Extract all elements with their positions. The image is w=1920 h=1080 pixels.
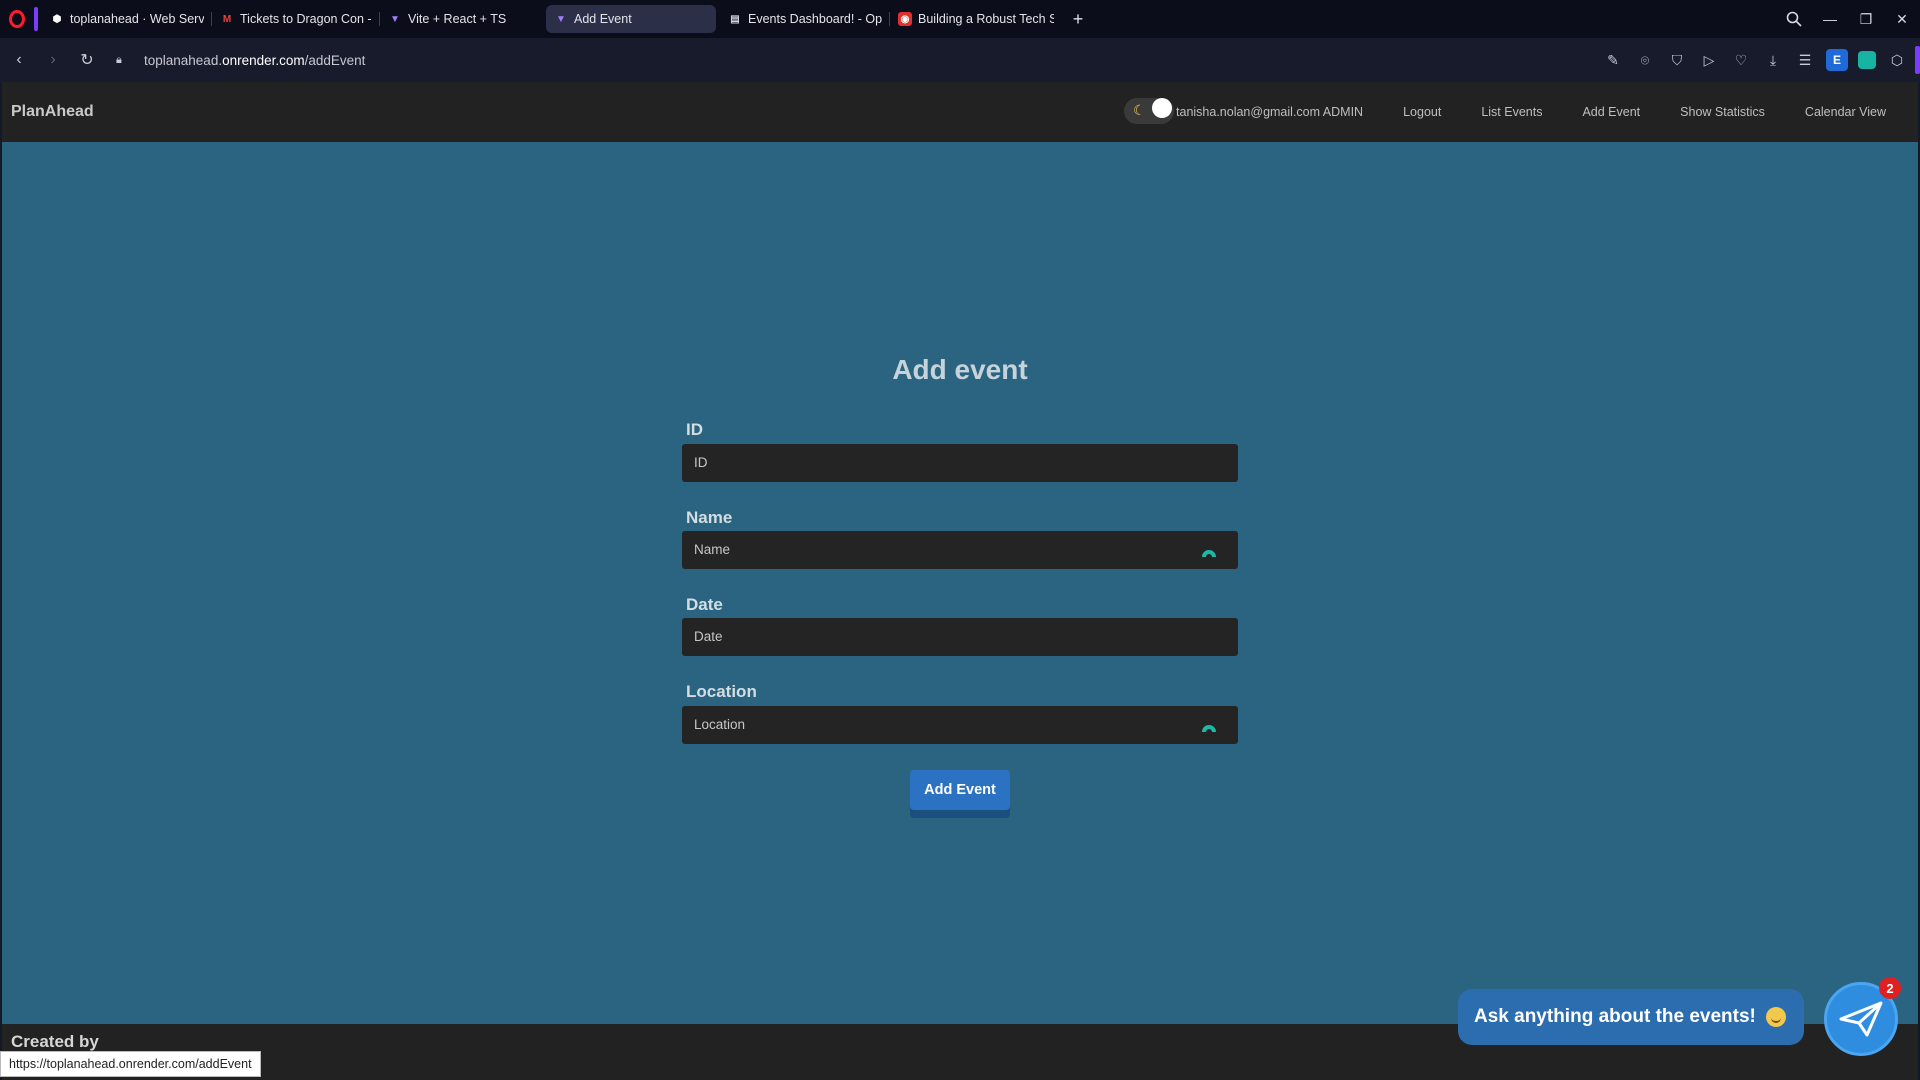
app-navbar: PlanAhead ☾ tanisha.nolan@gmail.com ADMI… [0, 82, 1920, 142]
browser-tab[interactable]: ▼ Vite + React + TS [380, 5, 546, 33]
chat-prompt-bubble[interactable]: Ask anything about the events! [1458, 989, 1804, 1045]
render-icon: ⬢ [52, 13, 62, 25]
id-input[interactable]: ID [682, 444, 1238, 482]
shield-icon[interactable]: ⛉ [1662, 45, 1692, 75]
restore-button[interactable]: ❐ [1848, 0, 1884, 38]
search-tabs-icon[interactable] [1776, 0, 1812, 38]
nav-links: tanisha.nolan@gmail.com ADMIN Logout Lis… [1176, 82, 1886, 142]
browser-tab[interactable]: M Tickets to Dragon Con - h [212, 5, 380, 33]
moon-icon: ☾ [1133, 102, 1146, 118]
edit-icon[interactable]: ✎ [1598, 45, 1628, 75]
url-domain: onrender.com [222, 52, 305, 68]
id-label: ID [686, 420, 703, 439]
back-button[interactable]: ‹ [4, 45, 34, 75]
smile-emoji-icon [1765, 1007, 1786, 1027]
notification-badge: 2 [1879, 977, 1901, 999]
browser-tab-active[interactable]: ▼ Add Event [546, 5, 716, 33]
nav-list-events[interactable]: List Events [1481, 105, 1542, 119]
location-label: Location [686, 682, 757, 701]
theme-toggle[interactable]: ☾ [1124, 98, 1174, 124]
id-placeholder: ID [694, 455, 708, 470]
status-bar-url: https://toplanahead.onrender.com/addEven… [0, 1051, 261, 1077]
date-input[interactable]: Date [682, 618, 1238, 656]
youtube-icon: ◉ [898, 12, 912, 26]
vite-icon: ▼ [390, 13, 400, 25]
play-icon[interactable]: ▷ [1694, 45, 1724, 75]
user-email: tanisha.nolan@gmail.com ADMIN [1176, 105, 1364, 119]
vite-icon: ▼ [556, 13, 566, 25]
download-icon[interactable]: ⤓ [1758, 45, 1788, 75]
menu-icon[interactable]: ☰ [1790, 45, 1820, 75]
nav-show-statistics[interactable]: Show Statistics [1680, 105, 1765, 119]
camera-icon[interactable]: ⌾ [1630, 45, 1660, 75]
opera-logo-icon[interactable] [0, 0, 34, 38]
date-placeholder: Date [694, 629, 723, 644]
tab-title: Vite + React + TS [408, 12, 507, 26]
lock-icon[interactable]: 🔒︎ [116, 54, 136, 67]
browser-tab-strip: ⬢ toplanahead · Web Servic M Tickets to … [0, 0, 1920, 38]
toggle-knob [1152, 98, 1172, 118]
address-bar-tools: ✎ ⌾ ⛉ ▷ ♡ ⤓ ☰ E ⬡ [1598, 45, 1912, 75]
nav-add-event[interactable]: Add Event [1582, 105, 1640, 119]
location-input[interactable]: Location [682, 706, 1238, 744]
paper-plane-icon [1839, 1001, 1883, 1037]
reload-button[interactable]: ↻ [72, 45, 102, 75]
new-tab-button[interactable]: + [1066, 7, 1090, 31]
tab-title: Building a Robust Tech Sta [918, 12, 1054, 26]
name-placeholder: Name [694, 542, 731, 557]
tab-title: toplanahead · Web Servic [70, 12, 204, 26]
add-event-button-wrap: Add Event [910, 770, 1010, 818]
tab-title: Events Dashboard! - Oper [748, 12, 882, 26]
chat-prompt-text: Ask anything about the events! [1474, 1006, 1756, 1027]
date-label: Date [686, 595, 723, 614]
window-controls: — ❐ ✕ [1776, 0, 1920, 38]
name-label: Name [686, 508, 733, 527]
nav-logout[interactable]: Logout [1403, 105, 1441, 119]
footer-credit: Created by [11, 1032, 99, 1051]
cube-icon[interactable]: ⬡ [1882, 45, 1912, 75]
nav-calendar-view[interactable]: Calendar View [1805, 105, 1886, 119]
extension-e-button[interactable]: E [1826, 49, 1848, 71]
autofill-icon[interactable] [1200, 716, 1218, 734]
brand-logo[interactable]: PlanAhead [11, 103, 94, 121]
add-event-button[interactable]: Add Event [910, 770, 1010, 810]
url-field[interactable]: toplanahead.onrender.com/addEvent [144, 53, 365, 68]
gmail-icon: M [222, 13, 232, 25]
address-bar: ‹ › ↻ 🔒︎ toplanahead.onrender.com/addEve… [0, 38, 1920, 82]
tab-title: Add Event [574, 12, 632, 26]
close-window-button[interactable]: ✕ [1884, 0, 1920, 38]
browser-tab[interactable]: ⬢ toplanahead · Web Servic [42, 5, 212, 33]
page-icon: ▤ [730, 13, 740, 25]
forward-button[interactable]: › [38, 45, 68, 75]
extension-icon[interactable] [1858, 51, 1876, 69]
page-title: Add event [892, 354, 1028, 385]
tab-accent [34, 7, 38, 31]
url-prefix: toplanahead. [144, 52, 223, 68]
browser-tab[interactable]: ▤ Events Dashboard! - Oper [720, 5, 890, 33]
app-page: PlanAhead ☾ tanisha.nolan@gmail.com ADMI… [0, 82, 1920, 1080]
url-path: /addEvent [304, 52, 366, 68]
location-placeholder: Location [694, 717, 746, 732]
sidebar-accent [1915, 46, 1920, 74]
name-input[interactable]: Name [682, 531, 1238, 569]
browser-tab[interactable]: ◉ Building a Robust Tech Sta [890, 5, 1062, 33]
heart-icon[interactable]: ♡ [1726, 45, 1756, 75]
autofill-icon[interactable] [1200, 541, 1218, 559]
minimize-button[interactable]: — [1812, 0, 1848, 38]
tab-title: Tickets to Dragon Con - h [240, 12, 372, 26]
